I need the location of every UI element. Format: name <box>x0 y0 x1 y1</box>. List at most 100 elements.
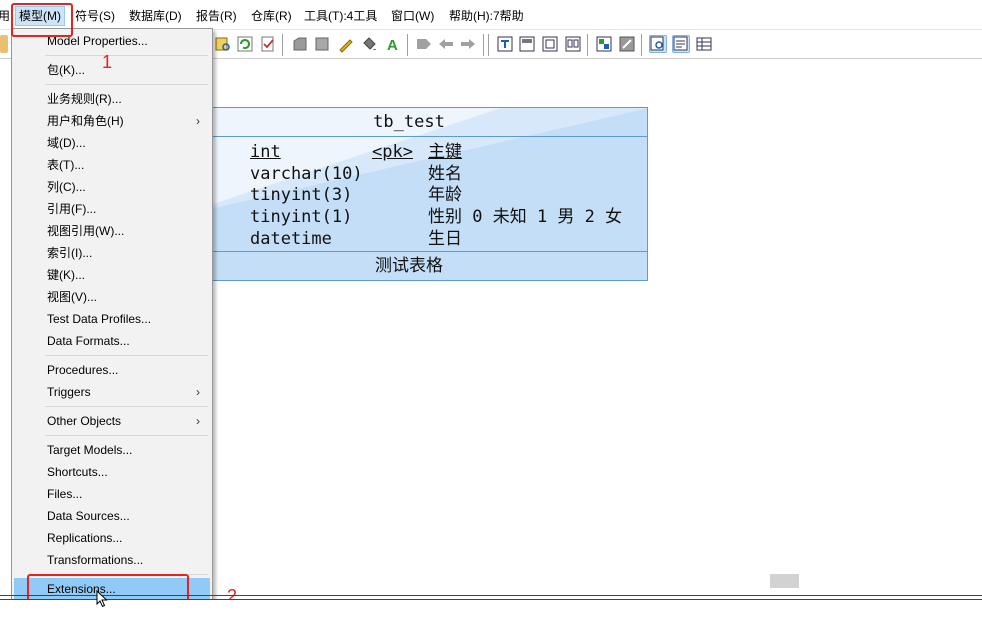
menu-separator <box>45 84 208 85</box>
menu-references[interactable]: 引用(F)... <box>14 198 210 220</box>
menu-item-label: 用户和角色(H) <box>47 114 124 128</box>
box-icon[interactable] <box>313 35 331 53</box>
menu-help[interactable]: 帮助(H):7帮助 <box>449 7 524 25</box>
toolbar-separator <box>483 34 485 56</box>
find-icon[interactable] <box>214 35 232 53</box>
column-comment: 主键 <box>428 142 462 162</box>
column-type: datetime <box>250 229 332 249</box>
column-comment: 年龄 <box>428 185 462 205</box>
menu-test-data-profiles[interactable]: Test Data Profiles... <box>14 308 210 330</box>
scrollbar-thumb[interactable] <box>770 574 799 588</box>
menu-replications[interactable]: Replications... <box>14 527 210 549</box>
menu-tools[interactable]: 工具(T):4工具 <box>304 7 377 25</box>
submenu-arrow-icon: › <box>196 385 200 399</box>
menu-report[interactable]: 报告(R) <box>196 7 237 25</box>
column-type: tinyint(3) <box>250 185 353 205</box>
bottom-panel <box>0 600 982 622</box>
menu-symbol[interactable]: 符号(S) <box>75 7 115 25</box>
menu-item-label: Other Objects <box>47 414 122 428</box>
menu-item-label: 视图引用(W)... <box>47 224 125 238</box>
column-comment: 生日 <box>428 229 462 249</box>
annotation-box-1 <box>11 3 73 37</box>
check-model-icon[interactable] <box>259 35 277 53</box>
menu-users-roles[interactable]: 用户和角色(H) › <box>14 110 210 132</box>
toolbar-separator <box>407 34 409 56</box>
menu-tables[interactable]: 表(T)... <box>14 154 210 176</box>
menu-database[interactable]: 数据库(D) <box>129 7 182 25</box>
window-icon[interactable] <box>518 35 536 53</box>
menu-shortcuts[interactable]: Shortcuts... <box>14 461 210 483</box>
menu-item-label: Procedures... <box>47 363 119 377</box>
menu-separator <box>45 55 208 56</box>
menu-item-label: Replications... <box>47 531 123 545</box>
forward-arrow-icon[interactable] <box>459 35 477 53</box>
menu-separator <box>45 406 208 407</box>
menu-triggers[interactable]: Triggers › <box>14 381 210 403</box>
menu-item-label: Shortcuts... <box>47 465 108 479</box>
toolbar-separator <box>587 34 589 56</box>
shape-icon[interactable] <box>291 35 309 53</box>
menu-repository[interactable]: 仓库(R) <box>251 7 292 25</box>
column-comment: 性别 0 未知 1 男 2 女 <box>428 207 623 227</box>
menu-item-label: 包(K)... <box>47 63 85 77</box>
menu-item-label: 列(C)... <box>47 180 86 194</box>
refresh-icon[interactable] <box>236 35 254 53</box>
view-icon[interactable] <box>496 35 514 53</box>
menu-window[interactable]: 窗口(W) <box>391 7 434 25</box>
table-comment: 测试表格 <box>171 251 647 280</box>
table-name: tb_test <box>171 108 647 137</box>
column-type: varchar(10) <box>250 164 363 184</box>
menu-other-objects[interactable]: Other Objects › <box>14 410 210 432</box>
menu-item-label: Target Models... <box>47 443 133 457</box>
page-icon[interactable] <box>541 35 559 53</box>
menu-transformations[interactable]: Transformations... <box>14 549 210 571</box>
properties-icon[interactable] <box>672 35 690 53</box>
menu-item-label: 域(D)... <box>47 136 86 150</box>
menu-item-label: Data Sources... <box>47 509 130 523</box>
menu-item-label: Triggers <box>47 385 91 399</box>
back-arrow-icon[interactable] <box>437 35 455 53</box>
text-color-icon[interactable]: A <box>384 35 402 54</box>
menu-item-partial[interactable]: 用 <box>0 7 10 25</box>
menu-item-label: 表(T)... <box>47 158 85 172</box>
menu-keys[interactable]: 键(K)... <box>14 264 210 286</box>
menu-item-label: Test Data Profiles... <box>47 312 152 326</box>
menu-data-formats[interactable]: Data Formats... <box>14 330 210 352</box>
table-symbol[interactable]: tb_test int <pk> 主键 varchar(10) 姓名 tinyi… <box>170 107 648 281</box>
align-icon[interactable] <box>415 35 433 53</box>
menu-view-references[interactable]: 视图引用(W)... <box>14 220 210 242</box>
column-type: int <box>250 142 281 162</box>
gray-tool-icon[interactable] <box>618 35 636 53</box>
menu-domains[interactable]: 域(D)... <box>14 132 210 154</box>
submenu-arrow-icon: › <box>196 414 200 428</box>
menu-procedures[interactable]: Procedures... <box>14 359 210 381</box>
menu-target-models[interactable]: Target Models... <box>14 439 210 461</box>
menu-item-label: Files... <box>47 487 83 501</box>
mouse-cursor-icon <box>96 590 108 608</box>
column-key: <pk> <box>372 142 413 162</box>
menu-files[interactable]: Files... <box>14 483 210 505</box>
list-icon[interactable] <box>695 35 713 53</box>
pages-icon[interactable] <box>564 35 582 53</box>
menu-business-rules[interactable]: 业务规则(R)... <box>14 88 210 110</box>
menu-item-label: 视图(V)... <box>47 290 97 304</box>
menu-views[interactable]: 视图(V)... <box>14 286 210 308</box>
menu-item-label: Data Formats... <box>47 334 130 348</box>
menu-indexes[interactable]: 索引(I)... <box>14 242 210 264</box>
diagram-icon[interactable] <box>595 35 613 53</box>
menu-item-label: 键(K)... <box>47 268 85 282</box>
toolbar-partial-icon[interactable] <box>0 35 8 53</box>
column-type: tinyint(1) <box>250 207 353 227</box>
menu-columns[interactable]: 列(C)... <box>14 176 210 198</box>
pen-icon[interactable] <box>337 35 355 53</box>
menu-item-label: 引用(F)... <box>47 202 97 216</box>
toolbar-separator <box>641 34 643 56</box>
toolbar-separator <box>488 34 490 56</box>
fill-icon[interactable] <box>360 35 378 53</box>
menu-separator <box>45 355 208 356</box>
menu-item-label: 索引(I)... <box>47 246 93 260</box>
zoom-page-icon[interactable] <box>649 35 667 53</box>
menu-item-label: 业务规则(R)... <box>47 92 122 106</box>
column-comment: 姓名 <box>428 164 462 184</box>
menu-data-sources[interactable]: Data Sources... <box>14 505 210 527</box>
